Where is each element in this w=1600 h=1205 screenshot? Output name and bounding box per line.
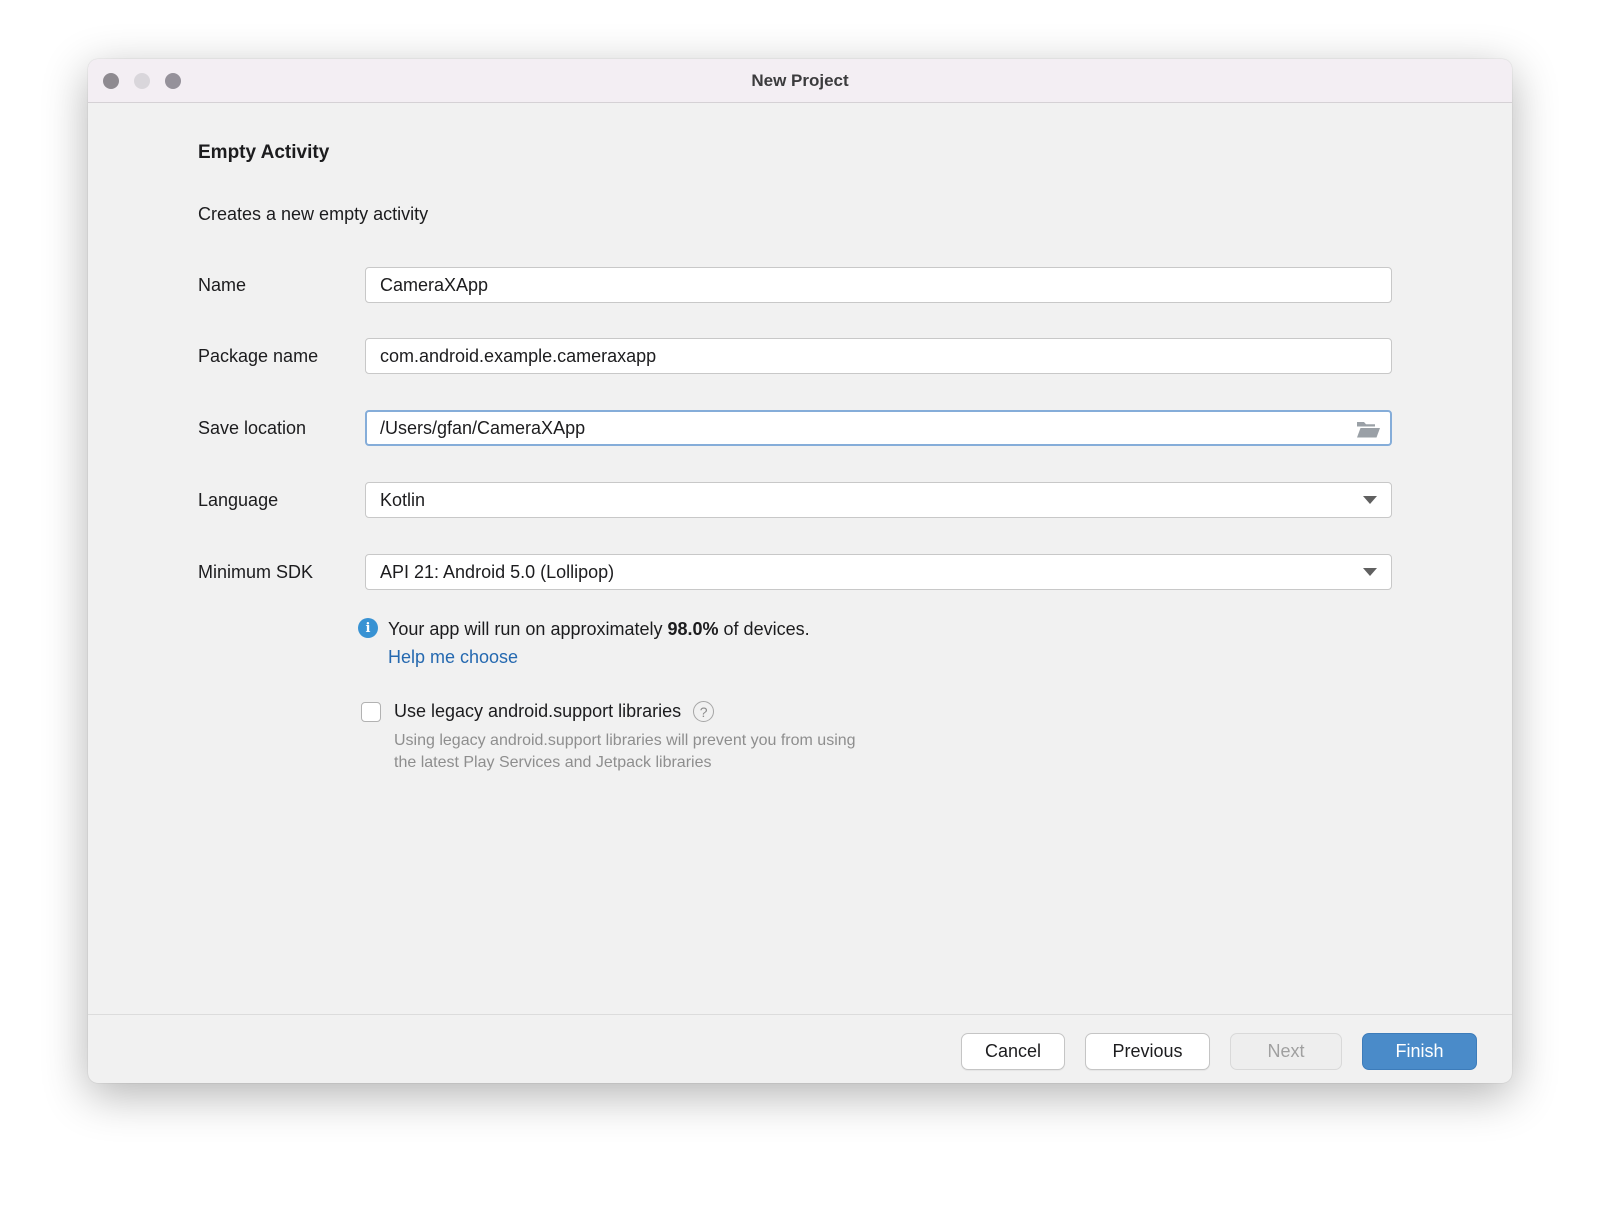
save-location-input[interactable] [367,412,1346,444]
package-name-label: Package name [198,345,319,366]
language-row: Language Kotlin [198,482,1392,518]
package-row: Package name [198,338,1392,374]
help-me-choose-link[interactable]: Help me choose [388,643,810,671]
window-titlebar: New Project [88,59,1512,103]
new-project-dialog: New Project Empty Activity Creates a new… [88,59,1512,1083]
min-sdk-dropdown[interactable]: API 21: Android 5.0 (Lollipop) [365,554,1392,590]
browse-folder-button[interactable] [1355,417,1381,439]
language-label: Language [198,489,279,510]
name-field-box [365,267,1392,303]
name-input[interactable] [366,268,1391,302]
footer-button-bar: Cancel Previous Next Finish [961,1033,1477,1070]
save-location-row: Save location [198,410,1392,446]
sdk-info-suffix: of devices. [718,619,810,639]
min-sdk-label: Minimum SDK [198,561,314,582]
save-location-field-box [365,410,1392,446]
save-location-label: Save location [198,417,307,438]
traffic-lights [103,59,181,102]
legacy-libraries-checkbox[interactable] [361,701,381,722]
info-icon: i [358,618,378,638]
chevron-down-icon [1363,568,1377,576]
finish-button[interactable]: Finish [1362,1033,1477,1070]
name-label: Name [198,274,247,295]
sdk-info-block: i Your app will run on approximately 98.… [358,615,810,671]
open-folder-icon [1357,421,1380,437]
zoom-window-icon[interactable] [165,72,181,89]
legacy-libraries-row: Use legacy android.support libraries ? [361,701,715,722]
name-row: Name [198,267,1392,303]
language-selected-value: Kotlin [380,489,426,510]
legacy-help-line2: the latest Play Services and Jetpack lib… [394,754,712,771]
previous-button[interactable]: Previous [1085,1033,1210,1070]
next-button[interactable]: Next [1230,1033,1342,1070]
legacy-libraries-label: Use legacy android.support libraries [394,701,682,721]
window-title: New Project [751,70,849,90]
language-dropdown[interactable]: Kotlin [365,482,1392,518]
sdk-info-prefix: Your app will run on approximately [388,619,668,639]
legacy-help-text: Using legacy android.support libraries w… [394,730,856,774]
package-name-input[interactable] [366,339,1391,373]
cancel-button[interactable]: Cancel [961,1033,1065,1070]
sdk-info-text: Your app will run on approximately 98.0%… [388,615,810,643]
footer-divider [88,1014,1512,1015]
help-question-icon[interactable]: ? [693,701,715,722]
page-title: Empty Activity [198,142,330,163]
legacy-help-line1: Using legacy android.support libraries w… [394,732,856,749]
minimize-window-icon[interactable] [134,72,150,89]
package-field-box [365,338,1392,374]
sdk-info-percent: 98.0% [667,619,719,639]
min-sdk-selected-value: API 21: Android 5.0 (Lollipop) [380,561,615,582]
chevron-down-icon [1363,496,1377,504]
min-sdk-row: Minimum SDK API 21: Android 5.0 (Lollipo… [198,554,1392,590]
page-subtitle: Creates a new empty activity [198,204,429,224]
close-window-icon[interactable] [103,72,119,89]
